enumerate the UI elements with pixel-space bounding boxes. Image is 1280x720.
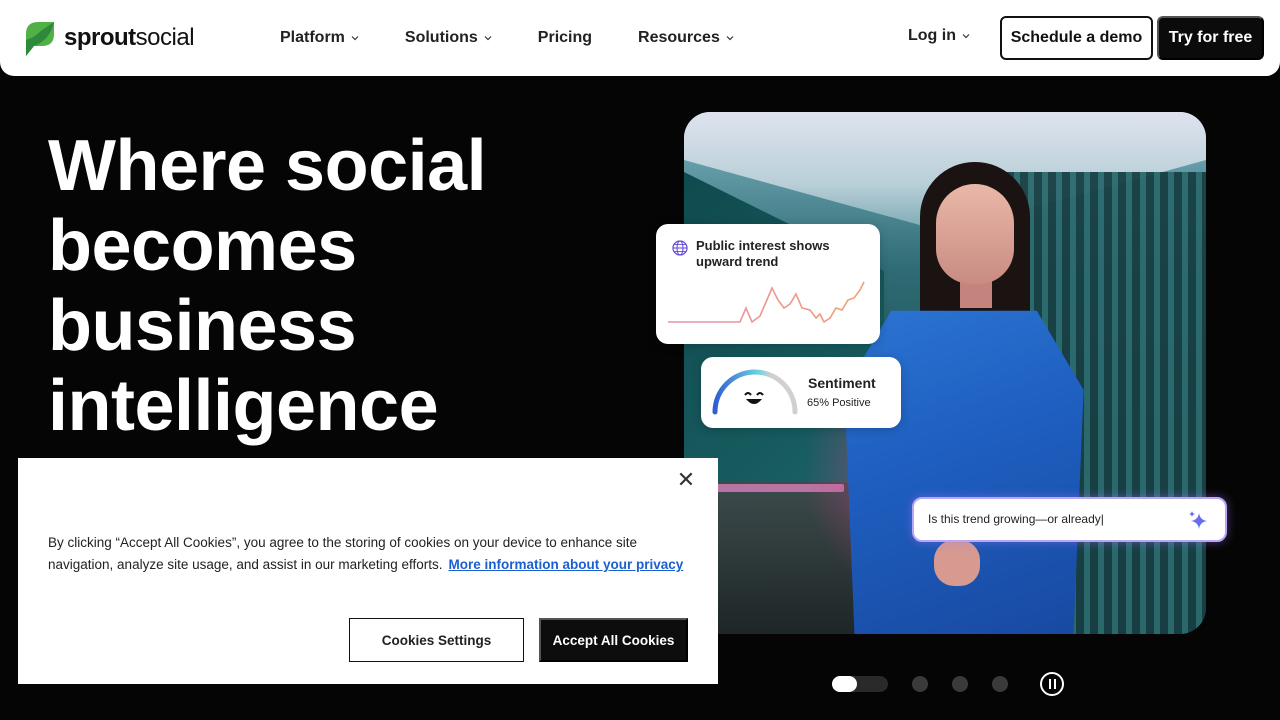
pause-icon[interactable] [1040,672,1064,696]
login-label: Log in [908,27,956,44]
sentiment-title: Sentiment [808,375,876,391]
carousel-indicator[interactable] [992,676,1008,692]
person-hand [934,540,980,586]
try-free-button[interactable]: Try for free [1157,16,1264,60]
accept-cookies-button[interactable]: Accept All Cookies [539,618,688,662]
cookie-banner: ✕ By clicking “Accept All Cookies”, you … [18,458,718,684]
chevron-down-icon [962,34,970,39]
site-header: sproutsocial Platform Solutions Pricing … [0,0,1280,76]
logo[interactable]: sproutsocial [24,20,195,56]
hero-title-line: business [48,286,357,366]
carousel-progress [832,676,858,692]
chevron-down-icon [351,36,359,41]
carousel-indicator-active[interactable] [832,676,888,692]
nav-label: Platform [280,29,345,46]
main-nav: Platform Solutions Pricing Resources [280,0,780,76]
cookies-settings-button[interactable]: Cookies Settings [349,618,524,662]
smile-face-icon [744,392,764,404]
trend-text: Public interest shows upward trend [696,238,830,269]
hero-title: Where social becomes business intelligen… [48,126,608,446]
ai-query-text: Is this trend growing—or already| [928,512,1104,526]
hero-title-line: intelligence [48,366,439,446]
sentiment-value: 65% Positive [807,397,871,409]
trend-sparkline [668,281,865,324]
carousel-indicator[interactable] [952,676,968,692]
sentiment-card: Sentiment 65% Positive [701,357,901,428]
logo-text: sproutsocial [64,24,195,52]
logo-text-bold: sprout [64,24,136,51]
page: sproutsocial Platform Solutions Pricing … [0,0,1280,720]
nav-label: Resources [638,29,720,46]
carousel-indicator[interactable] [912,676,928,692]
logo-text-light: social [135,24,195,51]
cookie-message: By clicking “Accept All Cookies”, you ag… [48,532,698,576]
nav-label: Solutions [404,29,478,46]
carousel-controls [832,672,1064,696]
hero-title-line: becomes [48,206,357,286]
globe-icon [672,240,688,256]
trend-card: Public interest shows upward trend [656,224,880,344]
leaf-icon [24,20,54,56]
nav-label: Pricing [537,29,593,46]
nav-item-pricing[interactable]: Pricing [538,29,592,47]
nav-item-solutions[interactable]: Solutions [405,29,492,47]
person-face [936,184,1014,284]
hero-title-line: Where social [48,126,487,206]
nav-item-platform[interactable]: Platform [280,29,359,47]
sparkle-icon [1189,511,1207,529]
login-link[interactable]: Log in [908,27,970,45]
sentiment-gauge [712,369,798,415]
close-icon[interactable]: ✕ [676,467,696,492]
nav-item-resources[interactable]: Resources [638,29,734,47]
ai-query-card: Is this trend growing—or already| [912,497,1227,542]
schedule-demo-button[interactable]: Schedule a demo [1000,16,1153,60]
chevron-down-icon [484,36,492,41]
chevron-down-icon [726,36,734,41]
privacy-link[interactable]: More information about your privacy [448,557,683,572]
